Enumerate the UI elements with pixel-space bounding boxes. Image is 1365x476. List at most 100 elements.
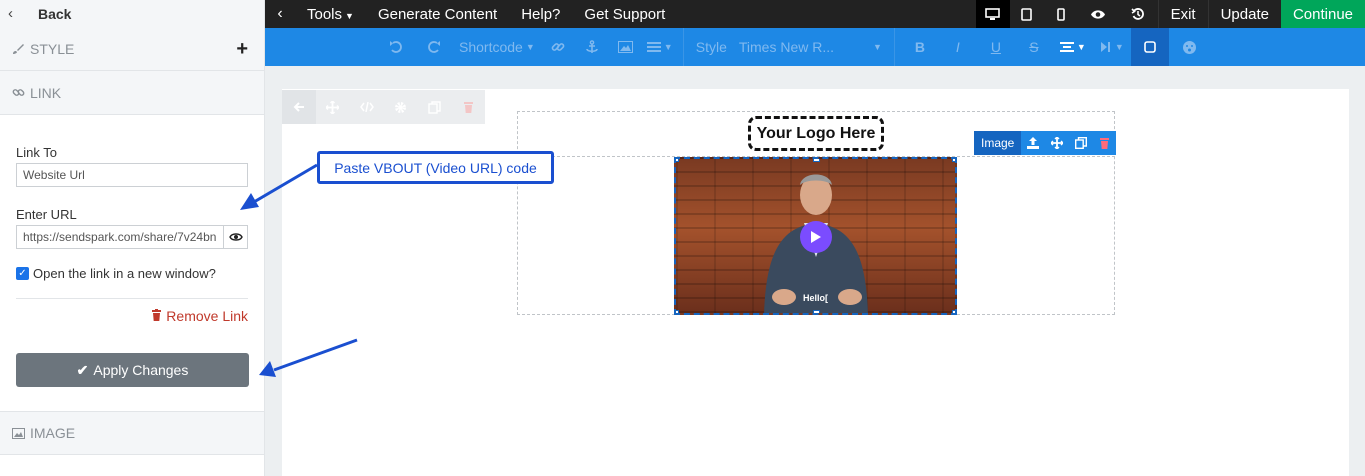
image-icon: [12, 427, 30, 439]
resize-handle[interactable]: [952, 159, 955, 162]
update-button[interactable]: Update: [1207, 0, 1281, 28]
resize-handle[interactable]: [952, 310, 955, 313]
delete-icon[interactable]: [1092, 131, 1116, 155]
url-input[interactable]: https://sendspark.com/share/7v24bn: [16, 225, 224, 249]
editor-toolbar: Shortcode ▼ ▼ Style Times New R... ▼ B I U…: [265, 28, 1365, 66]
upload-icon[interactable]: [1021, 131, 1045, 155]
list-dropdown[interactable]: ▼: [643, 28, 677, 66]
topbar-back-icon[interactable]: ‹: [265, 5, 295, 23]
logo-placeholder[interactable]: Your Logo Here: [748, 116, 884, 151]
play-icon: [811, 231, 821, 243]
open-new-window-label: Open the link in a new window?: [33, 266, 216, 281]
row-arrow-left-icon[interactable]: [282, 90, 316, 124]
align-dropdown[interactable]: ▼: [1053, 28, 1093, 66]
emoji-icon: [1183, 40, 1197, 54]
style-section-header[interactable]: STYLE +: [0, 27, 264, 71]
bold-button[interactable]: B: [901, 28, 939, 66]
insert-anchor-button[interactable]: [575, 28, 609, 66]
generate-content-menu[interactable]: Generate Content: [366, 6, 509, 23]
remove-link-button[interactable]: Remove Link: [16, 308, 248, 324]
tablet-view-button[interactable]: [1010, 0, 1044, 28]
eye-icon: [228, 233, 243, 241]
emoji-button[interactable]: [1169, 28, 1211, 66]
strikethrough-button[interactable]: S: [1015, 28, 1053, 66]
resize-handle[interactable]: [676, 159, 679, 162]
tools-label: Tools: [307, 5, 343, 23]
underline-button[interactable]: U: [977, 28, 1015, 66]
video-thumbnail[interactable]: Hello[: [674, 157, 957, 315]
style-section-label: STYLE: [30, 40, 75, 57]
row-settings-icon[interactable]: [383, 90, 417, 124]
annotation-callout: Paste VBOUT (Video URL) code: [317, 151, 554, 184]
tablet-icon: [1021, 7, 1032, 21]
top-bar: ‹ Tools ▼ Generate Content Help? Get Supp…: [265, 0, 1365, 28]
preview-button[interactable]: [1078, 0, 1118, 28]
list-icon: [646, 42, 661, 52]
back-label: Back: [38, 5, 72, 22]
image-toolbar-label: Image: [974, 131, 1022, 155]
apply-changes-label: Apply Changes: [93, 362, 189, 378]
duplicate-icon[interactable]: [1069, 131, 1093, 155]
image-toolbar: Image: [974, 131, 1116, 155]
style-dropdown[interactable]: Style: [690, 28, 733, 66]
divider: [16, 298, 248, 299]
desktop-view-button[interactable]: [975, 0, 1010, 28]
font-family-value: Times New R...: [738, 39, 835, 55]
play-button[interactable]: [800, 221, 832, 253]
row-toolbar: [282, 90, 485, 124]
caret-down-icon: ▼: [525, 42, 535, 52]
direction-dropdown[interactable]: ▼: [1093, 28, 1131, 66]
link-section-label: LINK: [30, 84, 62, 101]
undo-button[interactable]: [377, 28, 415, 66]
continue-button[interactable]: Continue: [1280, 0, 1365, 28]
row-code-icon[interactable]: [350, 90, 384, 124]
square-icon: [1144, 41, 1156, 53]
row-move-icon[interactable]: [316, 90, 350, 124]
undo-icon: [390, 41, 402, 53]
insert-image-button[interactable]: [609, 28, 643, 66]
resize-handle[interactable]: [676, 310, 679, 313]
link-to-select[interactable]: Website Url: [16, 163, 248, 187]
font-family-dropdown[interactable]: Times New R... ▼: [733, 28, 888, 66]
redo-button[interactable]: [415, 28, 453, 66]
image-section-label: IMAGE: [30, 425, 76, 441]
source-view-button[interactable]: [1130, 28, 1169, 66]
sidebar: ‹ Back STYLE + LINK Link To Website Url …: [0, 0, 265, 476]
image-icon: [618, 41, 634, 53]
row-duplicate-icon[interactable]: [417, 90, 451, 124]
help-menu[interactable]: Help?: [509, 6, 572, 23]
mobile-view-button[interactable]: [1044, 0, 1078, 28]
link-to-label: Link To: [16, 145, 57, 160]
link-icon: [12, 86, 30, 99]
trash-icon: [151, 308, 166, 324]
check-icon: ✔: [76, 361, 89, 378]
italic-button[interactable]: I: [939, 28, 977, 66]
insert-link-button[interactable]: [541, 28, 575, 66]
move-icon[interactable]: [1045, 131, 1069, 155]
toolbar-divider: [893, 28, 895, 66]
back-button[interactable]: ‹ Back: [0, 0, 264, 27]
row-delete-icon[interactable]: [451, 90, 485, 124]
caret-down-icon: ▼: [345, 10, 354, 21]
caret-down-icon: ▼: [663, 42, 673, 52]
resize-handle[interactable]: [813, 310, 820, 313]
caret-down-icon: ▼: [1076, 42, 1086, 52]
open-new-window-checkbox[interactable]: ✓: [16, 267, 29, 280]
history-button[interactable]: [1118, 0, 1158, 28]
exit-button[interactable]: Exit: [1157, 0, 1208, 28]
shortcode-dropdown[interactable]: Shortcode ▼: [453, 28, 541, 66]
preview-url-button[interactable]: [224, 225, 248, 249]
video-overlay-text: Hello[: [803, 293, 829, 303]
plus-icon[interactable]: +: [236, 38, 248, 61]
url-field-group: https://sendspark.com/share/7v24bn: [16, 225, 248, 249]
image-section-header[interactable]: IMAGE: [0, 411, 264, 455]
redo-icon: [428, 41, 440, 53]
get-support-menu[interactable]: Get Support: [572, 6, 677, 23]
link-icon: [551, 43, 565, 51]
resize-handle[interactable]: [813, 159, 820, 162]
link-section-header[interactable]: LINK: [0, 71, 264, 115]
open-new-window-row[interactable]: ✓ Open the link in a new window?: [16, 266, 248, 281]
tools-menu[interactable]: Tools ▼: [295, 6, 366, 23]
apply-changes-button[interactable]: ✔ Apply Changes: [16, 353, 249, 387]
chevron-left-icon: ‹: [8, 5, 13, 22]
